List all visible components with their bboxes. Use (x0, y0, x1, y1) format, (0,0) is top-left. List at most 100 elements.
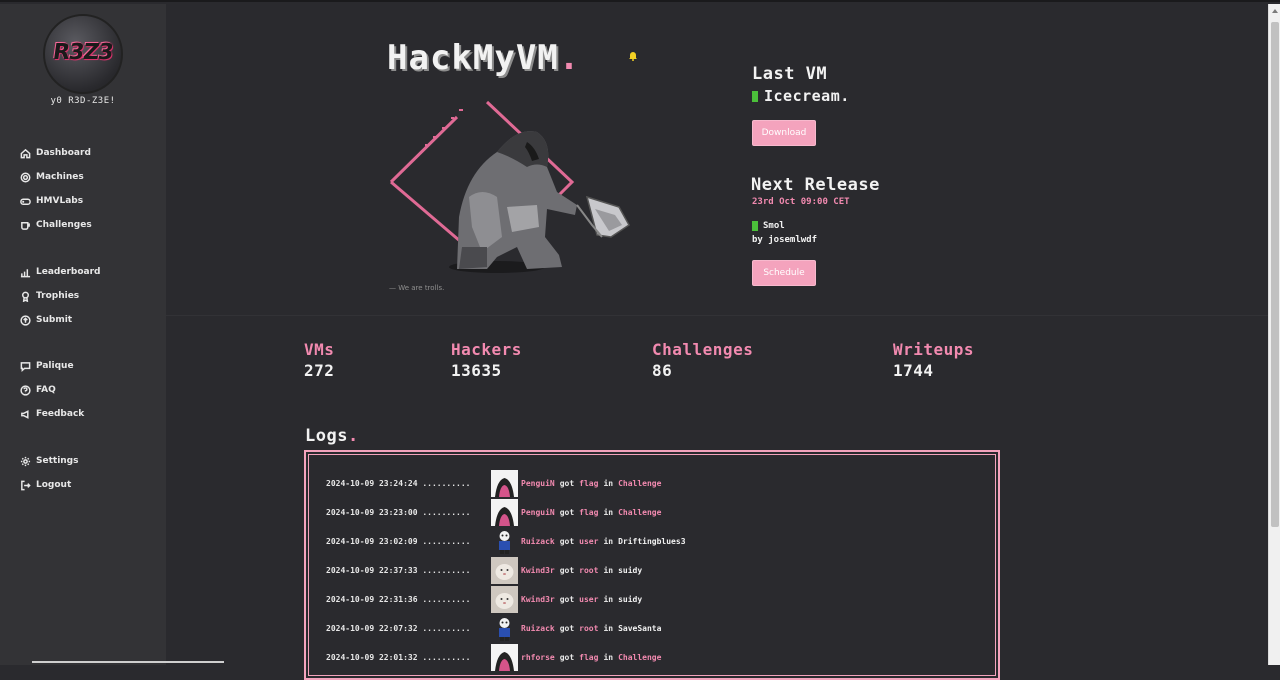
sidebar-item-label: Feedback (36, 409, 85, 419)
log-in: in (603, 652, 614, 662)
stat-value: 86 (652, 361, 673, 380)
bar-chart-icon (20, 268, 31, 277)
motto-text: — We are trolls. (389, 284, 445, 292)
schedule-button[interactable]: Schedule (752, 260, 816, 286)
logs-title: Logs. (305, 426, 359, 446)
sidebar-item-label: Challenges (36, 220, 92, 230)
log-got: got (559, 594, 575, 604)
next-release-date: 23rd Oct 09:00 CET (752, 197, 850, 207)
bell-icon[interactable] (628, 50, 638, 61)
log-got: got (559, 565, 575, 575)
log-row: 2024-10-09 22:07:32 .......... Ruizack g… (326, 615, 661, 641)
last-vm-name[interactable]: Icecream. (752, 87, 850, 105)
log-target[interactable]: Challenge (618, 653, 661, 662)
log-type: flag (579, 507, 599, 517)
log-user[interactable]: rhforse (521, 653, 555, 662)
log-target[interactable]: SaveSanta (618, 624, 661, 633)
gear-icon (20, 172, 31, 182)
log-in: in (603, 478, 614, 488)
log-type: user (579, 536, 599, 546)
sidebar-item-dashboard[interactable]: Dashboard (20, 141, 92, 165)
sidebar-item-feedback[interactable]: Feedback (20, 402, 84, 426)
log-target[interactable]: suidy (618, 566, 642, 575)
scrollbar-thumb[interactable] (1271, 22, 1279, 527)
user-avatar[interactable] (491, 585, 518, 613)
log-time: 2024-10-09 23:02:09 .......... (326, 536, 471, 546)
home-icon (20, 148, 31, 158)
stat-label: Challenges (652, 340, 754, 359)
log-target[interactable]: Challenge (618, 479, 661, 488)
sidebar-item-leaderboard[interactable]: Leaderboard (20, 260, 100, 284)
user-avatar[interactable] (491, 469, 518, 497)
download-button[interactable]: Download (752, 120, 816, 146)
online-indicator-icon (752, 90, 758, 102)
sidebar-item-label: Trophies (36, 291, 80, 301)
log-user[interactable]: Kwind3r (521, 566, 555, 575)
user-avatar[interactable] (491, 498, 518, 526)
sidebar-item-label: Logout (36, 480, 72, 490)
sidebar-item-label: Leaderboard (36, 267, 101, 277)
sidebar-item-machines[interactable]: Machines (20, 165, 92, 189)
question-icon (20, 384, 31, 396)
stat-challenges: Challenges 86 (652, 340, 753, 380)
logs-title-dot: . (347, 426, 359, 446)
settings-icon (20, 456, 31, 466)
stat-value: 13635 (451, 361, 502, 380)
log-got: got (559, 536, 575, 546)
sidebar-item-hmvlabs[interactable]: HMVLabs (20, 189, 92, 213)
nav-group-stats: Leaderboard Trophies Submit (20, 260, 100, 332)
section-divider (166, 315, 1268, 316)
sidebar-item-label: Submit (36, 315, 73, 325)
user-avatar[interactable] (491, 615, 518, 642)
logo-text: HackMyVM (387, 38, 559, 78)
log-time: 2024-10-09 22:07:32 .......... (326, 623, 471, 633)
hooded-figure (449, 131, 577, 273)
laptop (576, 195, 630, 238)
sidebar-item-label: Dashboard (36, 148, 91, 158)
avatar[interactable]: R3Z3 (43, 14, 123, 94)
log-row: 2024-10-09 23:24:24 .......... PenguiN g… (326, 469, 661, 497)
sidebar-item-label: FAQ (36, 385, 56, 395)
log-user[interactable]: Kwind3r (521, 595, 555, 604)
log-row: 2024-10-09 23:02:09 .......... Ruizack g… (326, 528, 686, 554)
log-time: 2024-10-09 22:31:36 .......... (326, 594, 471, 604)
sidebar-item-faq[interactable]: FAQ (20, 378, 84, 402)
log-target[interactable]: suidy (618, 595, 642, 604)
nav-group-account: Settings Logout (20, 449, 78, 497)
log-target[interactable]: Challenge (618, 508, 661, 517)
log-time: 2024-10-09 23:24:24 .......... (326, 478, 471, 488)
log-target[interactable]: Driftingblues3 (618, 537, 685, 546)
trophy-icon (22, 291, 29, 302)
log-got: got (559, 623, 575, 633)
vertical-scrollbar[interactable] (1268, 4, 1280, 665)
log-user[interactable]: PenguiN (521, 479, 555, 488)
avatar-logo-text: R3Z3 (51, 40, 115, 65)
gamepad-icon (20, 197, 31, 205)
cup-icon (21, 221, 30, 230)
site-logo[interactable]: HackMyVM. (387, 38, 580, 78)
log-user[interactable]: PenguiN (521, 508, 555, 517)
sidebar-item-label: HMVLabs (36, 196, 84, 206)
last-vm-title: Last VM (752, 64, 828, 84)
sidebar: R3Z3 y0 R3D-Z3E! Dashboard Machines HMVL… (0, 4, 166, 665)
log-in: in (603, 594, 614, 604)
next-release-author: by josemlwdf (752, 235, 818, 245)
sidebar-item-logout[interactable]: Logout (20, 473, 78, 497)
user-avatar[interactable] (491, 643, 518, 671)
sidebar-item-palique[interactable]: Palique (20, 354, 84, 378)
sidebar-item-label: Machines (36, 172, 84, 182)
sidebar-item-trophies[interactable]: Trophies (20, 284, 100, 308)
greeting-text: y0 R3D-Z3E! (50, 96, 116, 106)
upload-icon (20, 314, 31, 326)
log-got: got (559, 478, 575, 488)
log-time: 2024-10-09 23:23:00 .......... (326, 507, 471, 517)
log-type: flag (579, 478, 599, 488)
user-avatar[interactable] (491, 556, 518, 584)
sidebar-item-challenges[interactable]: Challenges (20, 213, 92, 237)
log-user[interactable]: Ruizack (521, 537, 555, 546)
scroll-up-arrow-icon[interactable] (1272, 9, 1278, 13)
sidebar-item-settings[interactable]: Settings (20, 449, 78, 473)
log-user[interactable]: Ruizack (521, 624, 555, 633)
sidebar-item-submit[interactable]: Submit (20, 308, 100, 332)
user-avatar[interactable] (491, 528, 518, 555)
